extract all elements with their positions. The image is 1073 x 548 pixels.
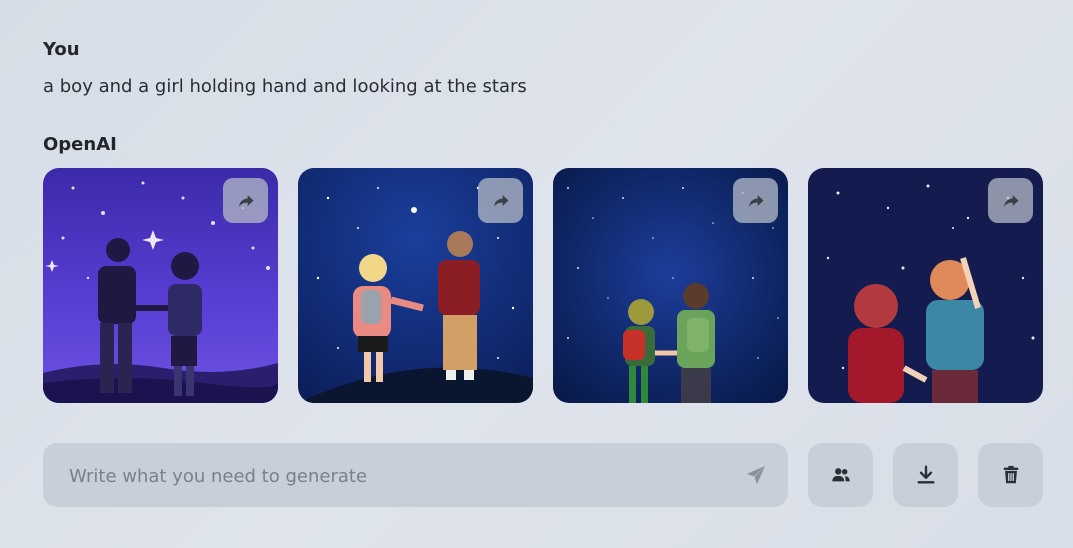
prompt-composer — [43, 443, 788, 509]
users-button[interactable] — [808, 443, 873, 507]
download-button[interactable] — [893, 443, 958, 507]
delete-button[interactable] — [978, 443, 1043, 507]
share-button-1[interactable] — [223, 178, 268, 223]
ai-speaker-label: OpenAI — [43, 134, 117, 155]
share-icon — [748, 194, 763, 207]
generated-image-4[interactable] — [808, 168, 1043, 403]
user-prompt-text: a boy and a girl holding hand and lookin… — [43, 76, 527, 97]
send-icon — [747, 466, 765, 484]
generated-image-1[interactable] — [43, 168, 278, 403]
user-speaker-label: You — [43, 39, 80, 60]
share-button-3[interactable] — [733, 178, 778, 223]
prompt-input[interactable] — [67, 443, 721, 509]
share-button-4[interactable] — [988, 178, 1033, 223]
chat-panel: You a boy and a girl holding hand and lo… — [0, 0, 1073, 548]
generated-image-3[interactable] — [553, 168, 788, 403]
trash-icon — [1003, 465, 1018, 484]
users-icon — [831, 468, 850, 482]
share-icon — [238, 194, 253, 207]
share-icon — [1003, 194, 1018, 207]
share-button-2[interactable] — [478, 178, 523, 223]
share-icon — [493, 194, 508, 207]
send-button[interactable] — [744, 463, 768, 487]
download-icon — [916, 465, 935, 484]
generated-image-2[interactable] — [298, 168, 533, 403]
